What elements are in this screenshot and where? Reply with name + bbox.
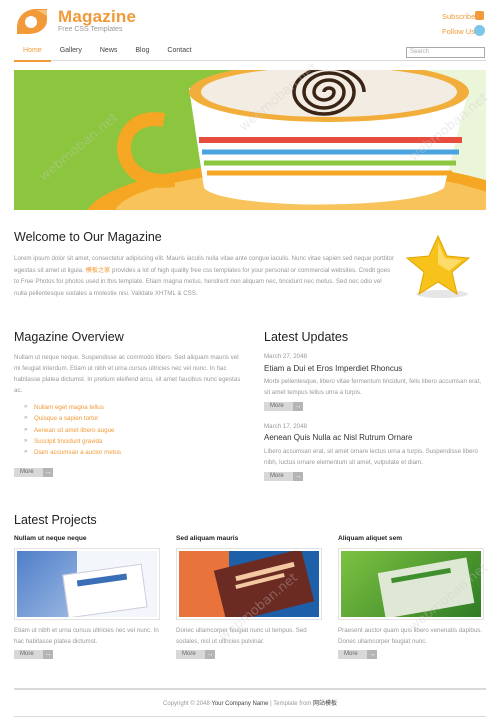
coffee-cup-image	[14, 70, 486, 210]
list-item[interactable]: Suscipit tincidunt gravida	[24, 437, 121, 449]
projects-title: Latest Projects	[14, 513, 97, 527]
project-more-button[interactable]: More →	[338, 650, 377, 659]
project-title[interactable]: Aliquam aliquet sem	[338, 535, 402, 542]
update-text: Libero accumsan erat, sit amet ornare le…	[264, 448, 478, 466]
template-from-text: | Template from	[270, 701, 312, 707]
project-text: Praesent auctor quam quis libero venenat…	[338, 627, 483, 645]
more-label: More	[270, 473, 284, 479]
footer-bottom-divider	[14, 716, 486, 717]
list-item[interactable]: Aenean sit amet libero augue	[24, 426, 121, 438]
project-title[interactable]: Sed aliquam mauris	[176, 535, 238, 542]
follow-us-link[interactable]: Follow Us	[442, 27, 475, 36]
update-text: Morbi pellentesque, libero vitae ferment…	[264, 378, 482, 396]
update-more-button[interactable]: More →	[264, 402, 303, 411]
arrow-right-icon: →	[293, 402, 303, 411]
site-title[interactable]: Magazine	[58, 7, 136, 27]
main-nav: Home Gallery News Blog Contact	[14, 44, 201, 62]
update-title[interactable]: Aenean Quis Nulla ac Nisl Rutrum Ornare	[264, 433, 413, 442]
logo-icon	[17, 9, 47, 34]
nav-item-news[interactable]: News	[91, 44, 127, 62]
list-item[interactable]: Nullam eget magna tellus	[24, 403, 121, 415]
overview-more-button[interactable]: More →	[14, 468, 53, 477]
project-more-button[interactable]: More →	[176, 650, 215, 659]
twitter-icon[interactable]	[474, 25, 485, 36]
project-thumbnail[interactable]	[338, 548, 484, 620]
more-label: More	[344, 651, 358, 657]
list-item[interactable]: Diam accumsan a auctor metus	[24, 448, 121, 460]
overview-text: Nullam ut neque neque. Suspendisse ac co…	[14, 354, 241, 394]
footer: Copyright © 2048 Your Company Name | Tem…	[0, 698, 500, 707]
nav-item-contact[interactable]: Contact	[158, 44, 200, 62]
company-link[interactable]: Your Company Name	[211, 701, 268, 707]
arrow-right-icon: →	[205, 650, 215, 659]
arrow-right-icon: →	[43, 650, 53, 659]
updates-title: Latest Updates	[264, 330, 349, 344]
welcome-highlight-link[interactable]: 模板之家	[86, 267, 111, 274]
update-title[interactable]: Etiam a Dui et Eros Imperdiet Rhoncus	[264, 364, 402, 373]
project-title[interactable]: Nullam ut neque neque	[14, 535, 87, 542]
project-text: Donec ullamcorper feugiat nunc ut tempus…	[176, 627, 307, 645]
project-thumbnail[interactable]	[14, 548, 160, 620]
arrow-right-icon: →	[293, 472, 303, 481]
more-label: More	[270, 403, 284, 409]
template-site-link[interactable]: 网站模板	[313, 701, 337, 707]
overview-title: Magazine Overview	[14, 330, 124, 344]
nav-item-blog[interactable]: Blog	[126, 44, 158, 62]
search-input[interactable]: Search	[406, 47, 485, 58]
nav-item-gallery[interactable]: Gallery	[51, 44, 91, 62]
project-image	[179, 551, 319, 617]
rss-icon[interactable]	[475, 11, 484, 20]
welcome-text: Lorem ipsum dolor sit amet, consectetur …	[14, 253, 396, 299]
project-more-button[interactable]: More →	[14, 650, 53, 659]
footer-divider	[14, 688, 486, 690]
subscribe-link[interactable]: Subscribe	[442, 12, 475, 21]
arrow-right-icon: →	[367, 650, 377, 659]
arrow-right-icon: →	[43, 468, 53, 477]
star-icon	[405, 234, 471, 298]
project-image	[341, 551, 481, 617]
copyright-text: Copyright © 2048	[163, 701, 210, 707]
hero-image	[14, 70, 486, 210]
overview-list: Nullam eget magna tellus Quisque a sapie…	[24, 403, 121, 460]
more-label: More	[20, 651, 34, 657]
project-thumbnail[interactable]	[176, 548, 322, 620]
project-text: Etiam ut nibh et urna cursus ultricies n…	[14, 627, 159, 645]
more-label: More	[182, 651, 196, 657]
update-date: March 17, 2048	[264, 423, 307, 430]
more-label: More	[20, 469, 34, 475]
nav-item-home[interactable]: Home	[14, 44, 51, 62]
welcome-title: Welcome to Our Magazine	[14, 230, 162, 244]
project-image	[17, 551, 157, 617]
site-tagline: Free CSS Templates	[58, 26, 123, 33]
update-date: March 27, 2048	[264, 353, 307, 360]
list-item[interactable]: Quisque a sapien tortor	[24, 414, 121, 426]
update-more-button[interactable]: More →	[264, 472, 303, 481]
